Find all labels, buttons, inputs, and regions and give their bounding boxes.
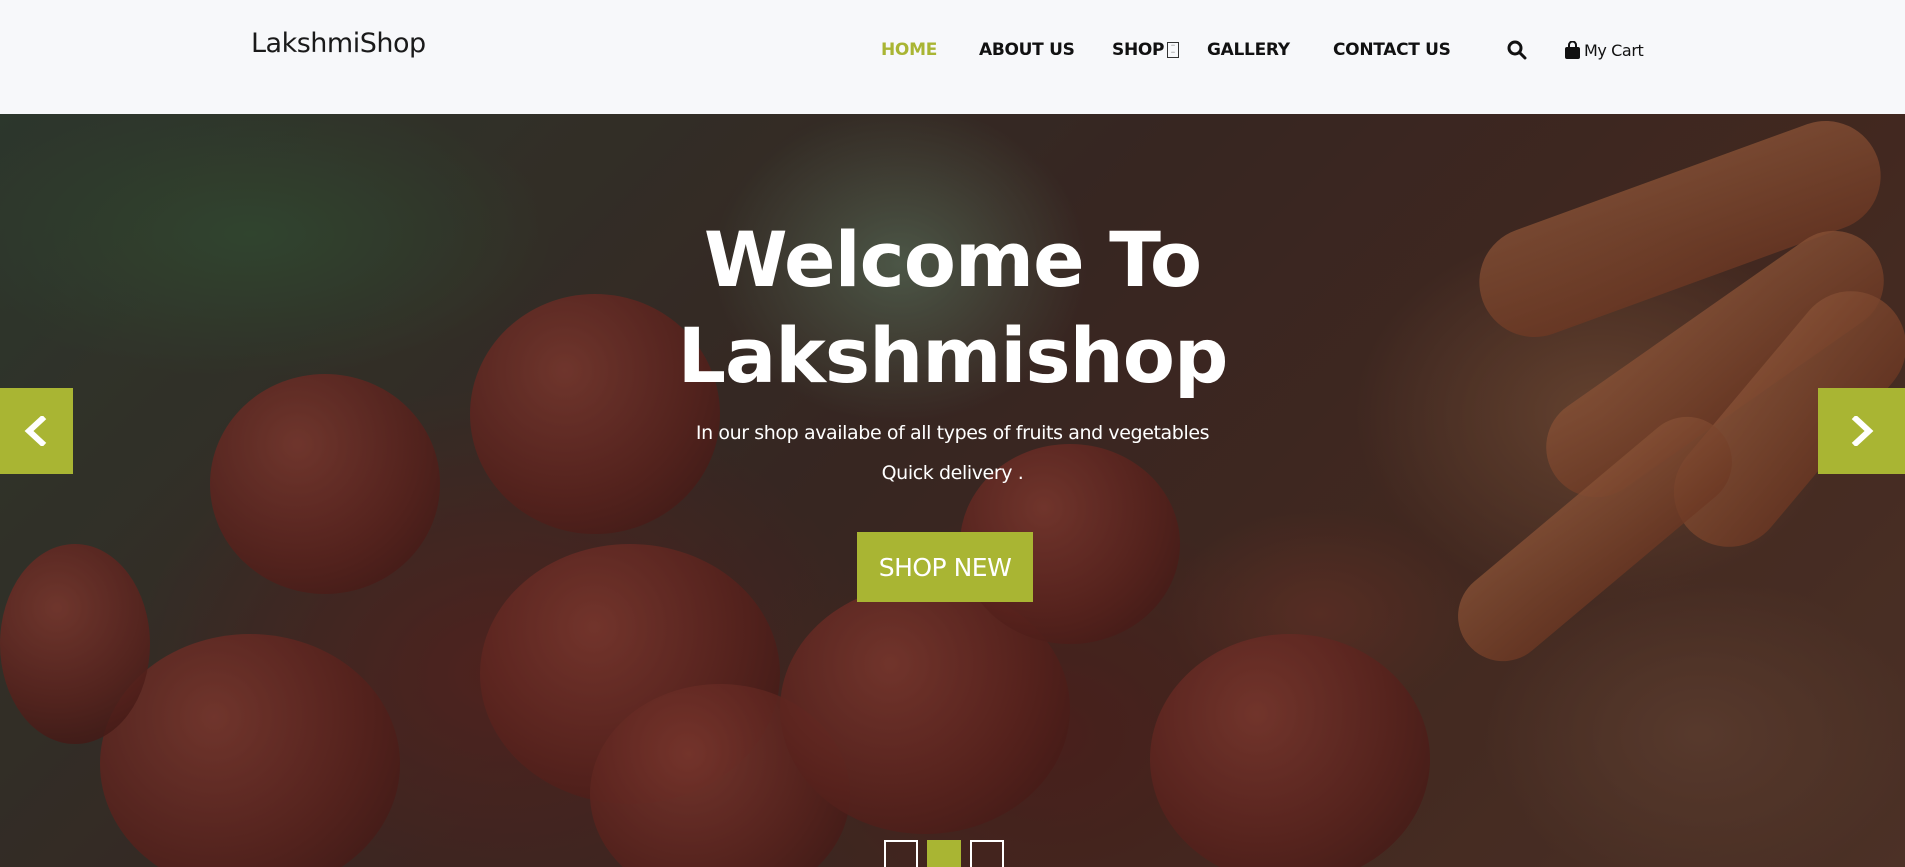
nav-gallery[interactable]: GALLERY: [1207, 40, 1290, 60]
carousel-indicator-3[interactable]: [970, 840, 1004, 867]
shop-dropdown-icon[interactable]: ▫▫ ▫▫: [1167, 42, 1179, 58]
cart-label: My Cart: [1584, 41, 1644, 60]
nav-about-us[interactable]: ABOUT US: [979, 40, 1075, 60]
site-logo[interactable]: LakshmiShop: [251, 28, 426, 59]
hero-title-line-2: Lakshmishop: [677, 311, 1229, 400]
nav-contact-us[interactable]: CONTACT US: [1333, 40, 1451, 60]
nav-home[interactable]: HOME: [881, 40, 937, 60]
chevron-right-icon: [1851, 416, 1874, 446]
hero-title: Welcome To Lakshmishop: [0, 212, 1905, 404]
hero-title-line-1: Welcome To: [703, 215, 1202, 304]
hero-subtitle-line-1: In our shop availabe of all types of fru…: [695, 422, 1210, 444]
hero-carousel: Welcome To Lakshmishop In our shop avail…: [0, 114, 1905, 867]
carousel-next-button[interactable]: [1818, 388, 1905, 474]
hero-subtitle-line-2: Quick delivery .: [881, 462, 1024, 484]
nav-shop[interactable]: SHOP: [1112, 40, 1164, 60]
carousel-indicator-2[interactable]: [927, 840, 961, 867]
search-icon[interactable]: [1507, 40, 1529, 62]
carousel-prev-button[interactable]: [0, 388, 73, 474]
shopping-bag-icon: [1565, 41, 1580, 59]
carousel-indicator-1[interactable]: [884, 840, 918, 867]
site-header: LakshmiShop HOME ABOUT US SHOP ▫▫ ▫▫ GALL…: [0, 0, 1905, 114]
chevron-left-icon: [24, 416, 47, 446]
shop-new-button[interactable]: SHOP NEW: [857, 532, 1033, 602]
